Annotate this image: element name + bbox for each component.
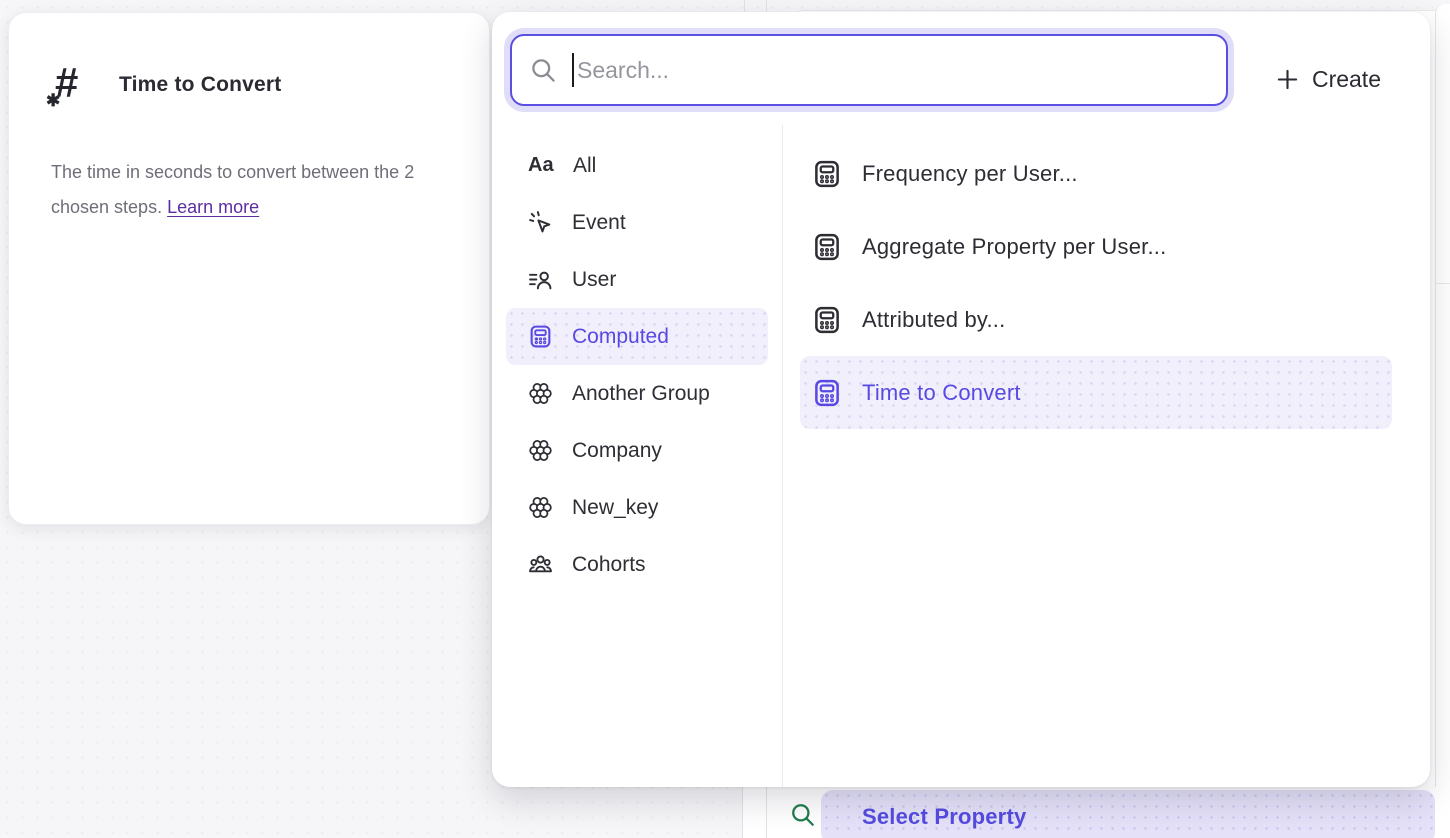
background-divider	[1436, 283, 1450, 284]
calculator-icon	[812, 159, 842, 189]
property-item-aggregate-property-per-user[interactable]: Aggregate Property per User...	[800, 210, 1392, 283]
search-icon	[790, 802, 816, 828]
calculator-icon	[812, 378, 842, 408]
background-column-border	[766, 787, 767, 838]
search-placeholder: Search...	[577, 57, 669, 84]
learn-more-link[interactable]: Learn more	[167, 197, 259, 217]
group-cluster-icon	[528, 495, 553, 520]
info-card-description: The time in seconds to convert between t…	[51, 155, 451, 225]
category-item-another-group[interactable]: Another Group	[506, 365, 768, 422]
category-item-computed[interactable]: Computed	[506, 308, 768, 365]
category-item-new-key[interactable]: New_key	[506, 479, 768, 536]
cursor-click-icon	[528, 210, 553, 235]
select-property-field[interactable]: Select Property	[821, 790, 1435, 838]
cohort-people-icon	[528, 552, 553, 577]
category-item-event[interactable]: Event	[506, 194, 768, 251]
search-icon	[530, 57, 557, 84]
category-item-company[interactable]: Company	[506, 422, 768, 479]
property-picker-popover: Search... Create Aa All Event	[492, 12, 1430, 787]
plus-icon	[1276, 68, 1299, 91]
text-caret	[572, 53, 574, 87]
property-info-card: # ✱ Time to Convert The time in seconds …	[8, 12, 490, 525]
calculator-icon	[528, 324, 553, 349]
property-item-frequency-per-user[interactable]: Frequency per User...	[800, 137, 1392, 210]
create-button[interactable]: Create	[1276, 62, 1381, 96]
calculator-icon	[812, 305, 842, 335]
select-property-label: Select Property	[821, 804, 1026, 830]
background-column-border	[766, 0, 767, 12]
category-item-all[interactable]: Aa All	[506, 137, 768, 194]
user-list-icon	[528, 267, 553, 292]
property-item-time-to-convert[interactable]: Time to Convert	[800, 356, 1392, 429]
property-list: Frequency per User... Aggregate Property…	[783, 125, 1430, 787]
text-format-icon: Aa	[528, 154, 554, 177]
create-button-label: Create	[1312, 66, 1381, 93]
group-cluster-icon	[528, 438, 553, 463]
picker-body: Aa All Event	[492, 125, 1430, 787]
info-card-title: Time to Convert	[119, 73, 281, 97]
background-column-border	[744, 0, 745, 12]
property-item-attributed-by[interactable]: Attributed by...	[800, 283, 1392, 356]
group-cluster-icon	[528, 381, 553, 406]
search-input[interactable]: Search...	[510, 34, 1228, 106]
computed-number-icon: # ✱	[55, 59, 99, 109]
category-list: Aa All Event	[492, 125, 783, 787]
background-right-card-edge	[1435, 4, 1450, 838]
calculator-icon	[812, 232, 842, 262]
category-item-cohorts[interactable]: Cohorts	[506, 536, 768, 593]
category-item-user[interactable]: User	[506, 251, 768, 308]
